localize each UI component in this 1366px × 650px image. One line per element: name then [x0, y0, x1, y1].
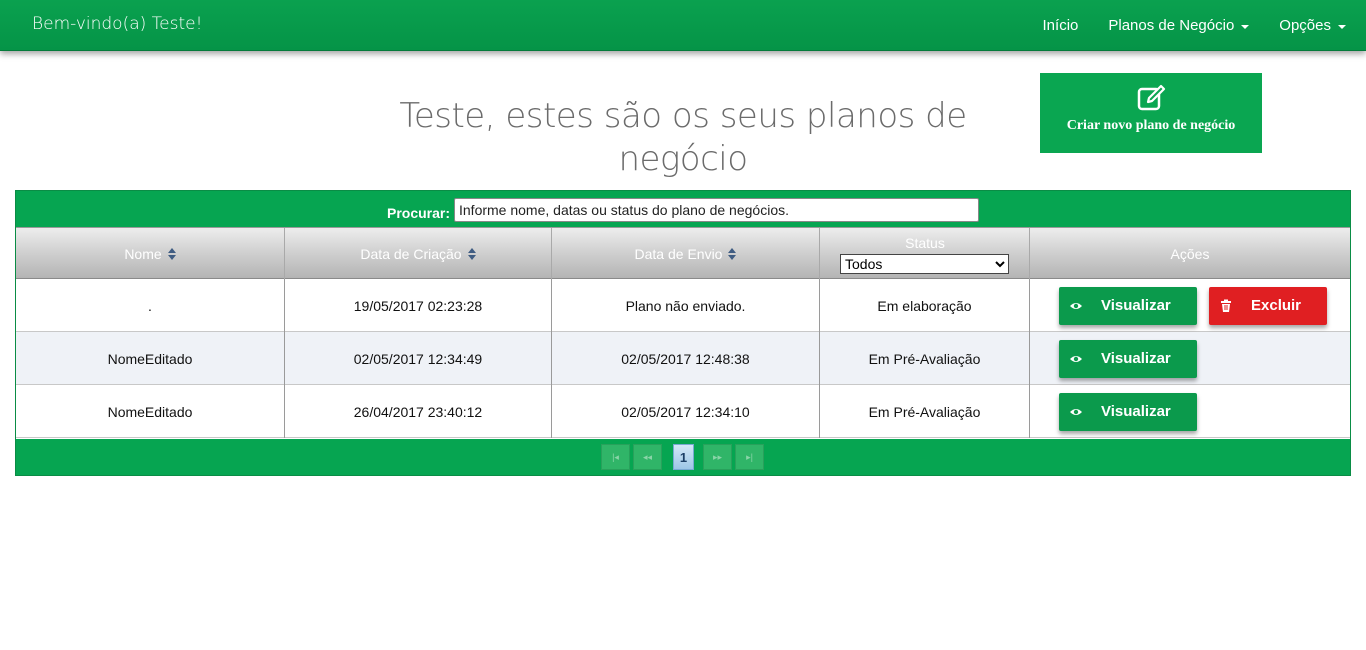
column-label: Data de Criação — [360, 245, 462, 262]
search-label: Procurar: — [387, 205, 451, 221]
nav-planos-label: Planos de Negócio — [1108, 17, 1235, 34]
cell-data-criacao: 02/05/2017 12:34:49 — [285, 332, 552, 385]
cell-nome: NomeEditado — [16, 332, 285, 385]
cell-status: Em Pré-Avaliação — [820, 332, 1030, 385]
eye-icon — [1070, 303, 1082, 309]
column-label: Data de Envio — [634, 245, 723, 262]
trash-icon — [1221, 299, 1231, 312]
table-row: . 19/05/2017 02:23:28 Plano não enviado.… — [16, 279, 1350, 332]
column-header-status: Status Todos — [820, 228, 1030, 279]
page-title: Teste, estes são os seus planos de negóc… — [399, 96, 967, 179]
column-header-data-criacao[interactable]: Data de Criação — [285, 228, 552, 279]
new-plan-label: Criar novo plano de negócio — [1066, 118, 1236, 133]
search-bar: Procurar: — [16, 191, 1350, 227]
edit-icon — [1137, 84, 1166, 111]
prev-page-button[interactable]: ◂◂ — [633, 444, 662, 470]
column-label: Status — [905, 235, 945, 251]
cell-data-envio: Plano não enviado. — [552, 279, 820, 332]
next-page-button[interactable]: ▸▸ — [703, 444, 732, 470]
last-page-button[interactable]: ▸| — [735, 444, 764, 470]
view-button[interactable]: Visualizar — [1059, 340, 1197, 378]
sort-icon — [467, 247, 476, 260]
search-input[interactable] — [454, 198, 979, 222]
table-row: NomeEditado 26/04/2017 23:40:12 02/05/20… — [16, 385, 1350, 438]
welcome-brand[interactable]: Bem-vindo(a) Teste! — [32, 14, 202, 34]
new-plan-button[interactable]: Criar novo plano de negócio — [1040, 73, 1262, 153]
eye-icon — [1070, 356, 1082, 362]
column-label: Ações — [1170, 245, 1210, 262]
status-filter-select[interactable]: Todos — [840, 254, 1009, 274]
column-header-data-envio[interactable]: Data de Envio — [552, 228, 820, 279]
delete-button[interactable]: Excluir — [1209, 287, 1327, 325]
nav-inicio[interactable]: Início — [1043, 17, 1079, 34]
nav-opcoes-dropdown[interactable]: Opções — [1279, 17, 1346, 34]
eye-icon — [1070, 409, 1082, 415]
delete-label: Excluir — [1251, 297, 1302, 314]
cell-nome: NomeEditado — [16, 385, 285, 438]
cell-data-criacao: 19/05/2017 02:23:28 — [285, 279, 552, 332]
view-label: Visualizar — [1101, 350, 1171, 367]
view-label: Visualizar — [1101, 403, 1171, 420]
nav-planos-dropdown[interactable]: Planos de Negócio — [1108, 17, 1250, 34]
view-button[interactable]: Visualizar — [1059, 287, 1197, 325]
cell-data-envio: 02/05/2017 12:34:10 — [552, 385, 820, 438]
column-header-acoes: Ações — [1030, 228, 1350, 279]
plans-table: Procurar: Nome Data de Criação Data de E… — [15, 190, 1351, 476]
cell-status: Em Pré-Avaliação — [820, 385, 1030, 438]
first-page-button[interactable]: |◂ — [601, 444, 630, 470]
view-label: Visualizar — [1101, 297, 1171, 314]
sort-icon — [167, 247, 176, 260]
top-navbar: Bem-vindo(a) Teste! Início Planos de Neg… — [0, 0, 1366, 51]
cell-data-envio: 02/05/2017 12:48:38 — [552, 332, 820, 385]
cell-data-criacao: 26/04/2017 23:40:12 — [285, 385, 552, 438]
column-label: Nome — [124, 245, 162, 262]
view-button[interactable]: Visualizar — [1059, 393, 1197, 431]
cell-status: Em elaboração — [820, 279, 1030, 332]
sort-icon — [728, 247, 737, 260]
cell-nome: . — [16, 279, 285, 332]
caret-down-icon — [1241, 24, 1250, 29]
caret-down-icon — [1338, 24, 1346, 29]
nav-links: Início Planos de Negócio Opções — [1013, 0, 1346, 51]
current-page-button[interactable]: 1 — [673, 444, 694, 470]
nav-opcoes-label: Opções — [1279, 17, 1331, 34]
column-header-nome[interactable]: Nome — [16, 228, 285, 279]
table-header: Nome Data de Criação Data de Envio Statu… — [16, 227, 1350, 279]
table-row: NomeEditado 02/05/2017 12:34:49 02/05/20… — [16, 332, 1350, 385]
pagination-bar: |◂ ◂◂ 1 ▸▸ ▸| — [16, 439, 1350, 475]
